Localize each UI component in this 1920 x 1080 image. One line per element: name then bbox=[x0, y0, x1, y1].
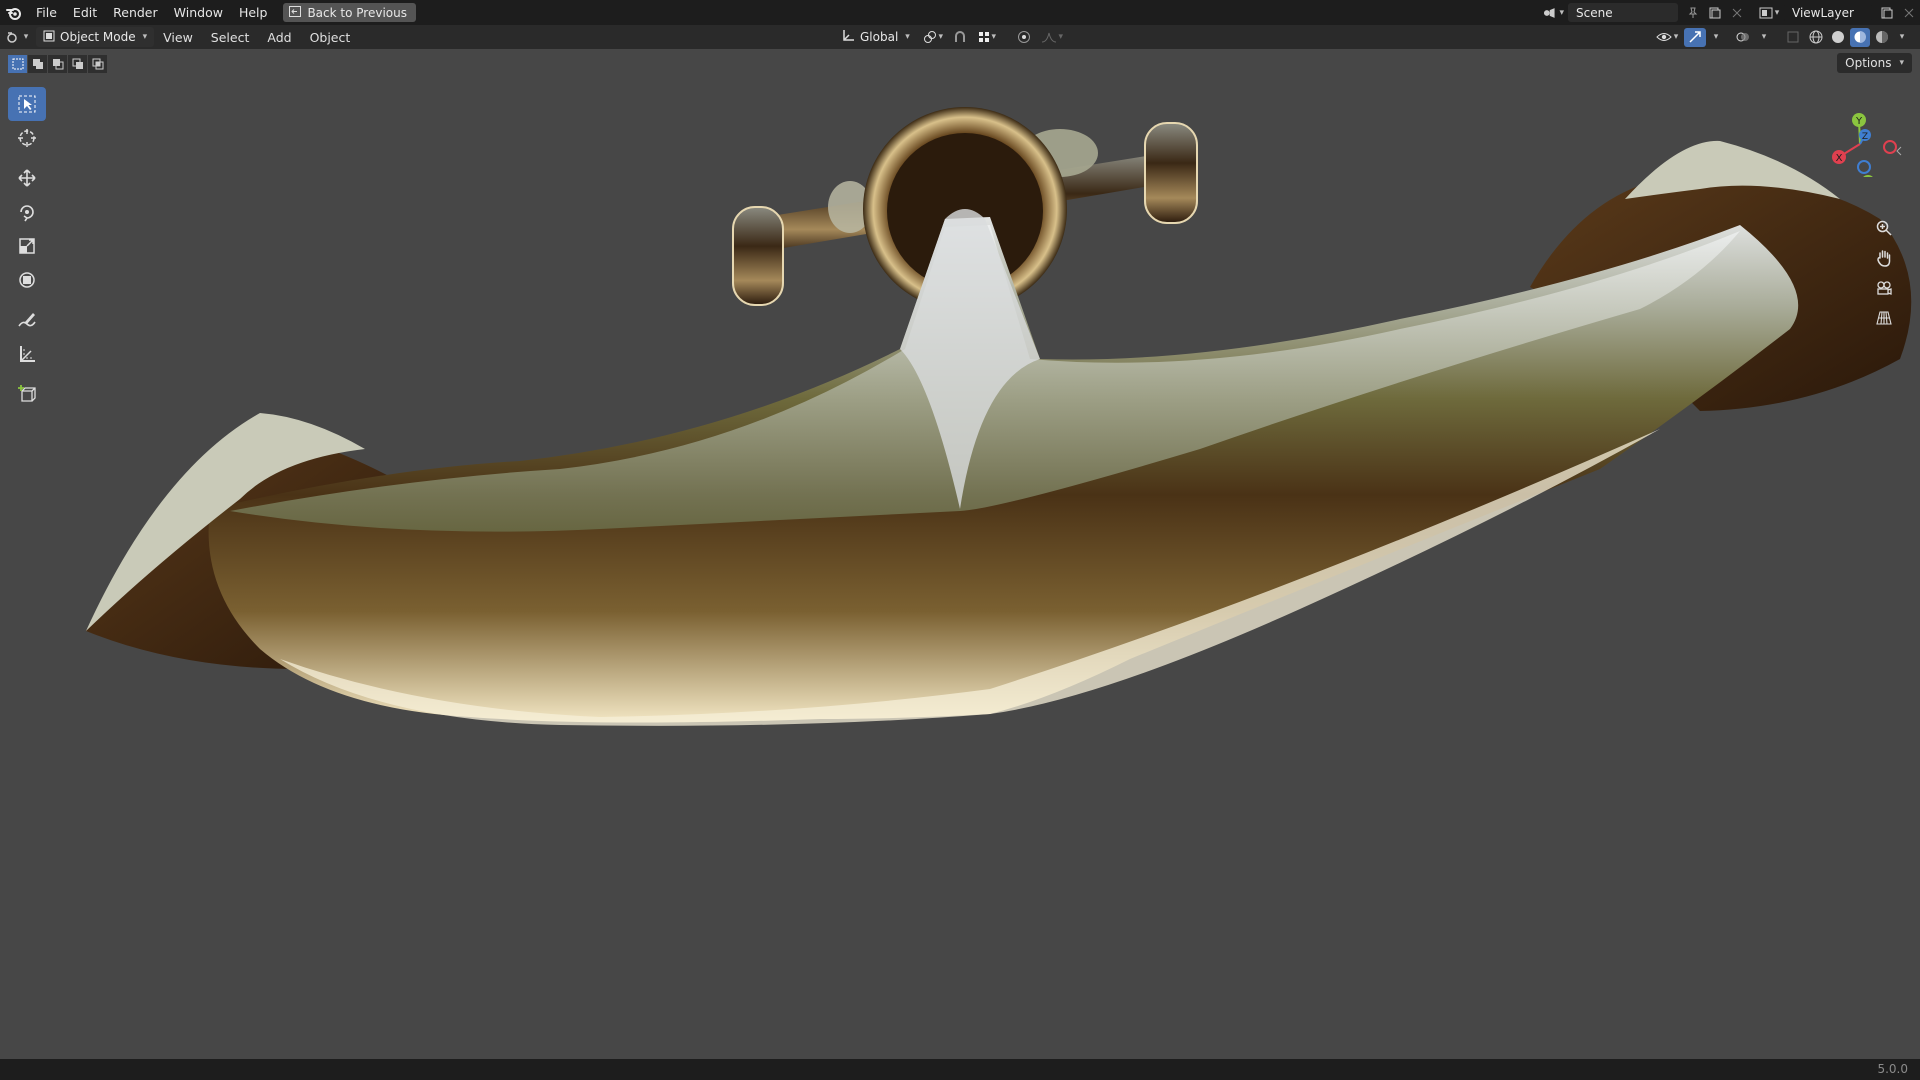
orientation-axes-icon bbox=[841, 29, 855, 46]
cursor-tool-icon[interactable] bbox=[8, 121, 46, 155]
chevron-down-icon: ▾ bbox=[1899, 58, 1904, 68]
new-scene-icon[interactable] bbox=[1704, 3, 1726, 22]
gizmo-options-icon[interactable]: ▾ bbox=[1708, 28, 1722, 47]
xray-toggle-icon[interactable] bbox=[1782, 28, 1804, 47]
select-invert-icon[interactable] bbox=[68, 55, 87, 73]
navigation-gizmo[interactable]: Y Z X bbox=[1798, 87, 1908, 347]
pan-hand-icon[interactable] bbox=[1870, 244, 1898, 272]
gizmo-neg-y[interactable] bbox=[1862, 175, 1874, 177]
view-layer-field[interactable]: ViewLayer bbox=[1784, 3, 1872, 22]
new-view-layer-icon[interactable] bbox=[1876, 3, 1898, 22]
zoom-icon[interactable] bbox=[1870, 214, 1898, 242]
wireframe-shading-icon[interactable] bbox=[1806, 28, 1826, 47]
blender-logo-icon[interactable] bbox=[0, 0, 28, 25]
object-mode-icon bbox=[43, 30, 55, 45]
menu-object[interactable]: Object bbox=[301, 30, 360, 45]
gizmo-y-label: Y bbox=[1855, 116, 1863, 127]
visibility-selectability-icon[interactable]: ▾ bbox=[1652, 28, 1682, 47]
view-layer-name: ViewLayer bbox=[1792, 5, 1854, 20]
scale-tool-icon[interactable] bbox=[8, 229, 46, 263]
stock-end-left bbox=[732, 206, 784, 306]
options-label: Options bbox=[1845, 56, 1892, 70]
top-bar: File Edit Render Window Help Back to Pre… bbox=[0, 0, 1920, 25]
solid-shading-icon[interactable] bbox=[1828, 28, 1848, 47]
delete-scene-icon[interactable] bbox=[1726, 3, 1748, 22]
rendered-shading-icon[interactable] bbox=[1872, 28, 1892, 47]
orientation-label: Global bbox=[860, 30, 899, 44]
gizmo-x-label: X bbox=[1836, 153, 1843, 164]
editor-type-icon[interactable]: ▾ bbox=[0, 28, 34, 47]
rotate-tool-icon[interactable] bbox=[8, 195, 46, 229]
snap-target-icon[interactable]: ▾ bbox=[973, 28, 1001, 47]
back-to-previous-label: Back to Previous bbox=[307, 5, 407, 20]
select-intersect-icon[interactable] bbox=[88, 55, 107, 73]
menu-add[interactable]: Add bbox=[258, 30, 300, 45]
view-layer-selector-icon[interactable]: ▾ bbox=[1758, 3, 1780, 22]
viewport-header: ▾ Object Mode ▾ View Select Add Object G… bbox=[0, 25, 1920, 49]
sidebar-toggle-icon[interactable] bbox=[1890, 137, 1908, 165]
select-new-icon[interactable] bbox=[8, 55, 27, 73]
back-to-previous-button[interactable]: Back to Previous bbox=[283, 3, 416, 22]
proportional-editing-icon[interactable] bbox=[1013, 28, 1035, 47]
options-dropdown[interactable]: Options ▾ bbox=[1837, 53, 1912, 73]
back-icon bbox=[289, 5, 302, 20]
menu-render[interactable]: Render bbox=[105, 0, 166, 25]
measure-tool-icon[interactable] bbox=[8, 337, 46, 371]
scene-controls: ▾ Scene ▾ ViewLayer bbox=[1542, 0, 1920, 25]
transform-tool-icon[interactable] bbox=[8, 263, 46, 297]
anchor-model-render[interactable] bbox=[0, 49, 1920, 1059]
menu-edit[interactable]: Edit bbox=[65, 0, 105, 25]
chevron-down-icon: ▾ bbox=[142, 32, 148, 42]
shading-options-icon[interactable]: ▾ bbox=[1894, 28, 1908, 47]
scene-name: Scene bbox=[1576, 5, 1613, 20]
scene-selector-icon[interactable]: ▾ bbox=[1542, 3, 1564, 22]
scene-name-field[interactable]: Scene bbox=[1568, 3, 1678, 22]
move-tool-icon[interactable] bbox=[8, 161, 46, 195]
material-preview-shading-icon[interactable] bbox=[1850, 27, 1870, 47]
menu-view[interactable]: View bbox=[154, 30, 202, 45]
gizmo-neg-z[interactable] bbox=[1857, 160, 1871, 174]
selection-mode-buttons bbox=[8, 55, 107, 73]
transform-orientation-dropdown[interactable]: Global ▾ bbox=[834, 27, 917, 47]
object-mode-dropdown[interactable]: Object Mode ▾ bbox=[36, 27, 155, 47]
menu-window[interactable]: Window bbox=[166, 0, 231, 25]
menu-file[interactable]: File bbox=[28, 0, 65, 25]
object-mode-label: Object Mode bbox=[60, 30, 136, 44]
camera-view-icon[interactable] bbox=[1870, 274, 1898, 302]
status-bar: 5.0.0 bbox=[0, 1059, 1920, 1080]
pivot-point-icon[interactable]: ▾ bbox=[919, 28, 947, 47]
add-cube-tool-icon[interactable] bbox=[8, 377, 46, 411]
transform-tools: Global ▾ ▾ ▾ ▾ bbox=[832, 27, 1067, 47]
viewport-display-tools: ▾ ▾ ▾ ▾ bbox=[1652, 27, 1908, 47]
overlays-icon[interactable] bbox=[1732, 28, 1754, 47]
version-label: 5.0.0 bbox=[1877, 1062, 1908, 1076]
falloff-curve-icon[interactable]: ▾ bbox=[1037, 28, 1067, 47]
perspective-grid-icon[interactable] bbox=[1870, 304, 1898, 332]
overlay-options-icon[interactable]: ▾ bbox=[1756, 28, 1770, 47]
select-subtract-icon[interactable] bbox=[48, 55, 67, 73]
menu-help[interactable]: Help bbox=[231, 0, 276, 25]
3d-viewport[interactable]: Options ▾ Y Z X bbox=[0, 49, 1920, 1059]
select-extend-icon[interactable] bbox=[28, 55, 47, 73]
pin-scene-icon[interactable] bbox=[1682, 3, 1704, 22]
annotate-tool-icon[interactable] bbox=[8, 303, 46, 337]
select-box-tool-icon[interactable] bbox=[8, 87, 46, 121]
show-gizmo-icon[interactable] bbox=[1684, 27, 1706, 47]
tool-shelf bbox=[8, 87, 46, 411]
menu-select[interactable]: Select bbox=[202, 30, 259, 45]
snap-toggle-icon[interactable] bbox=[949, 28, 971, 47]
gizmo-z-label: Z bbox=[1862, 132, 1868, 142]
delete-view-layer-icon[interactable] bbox=[1898, 3, 1920, 22]
